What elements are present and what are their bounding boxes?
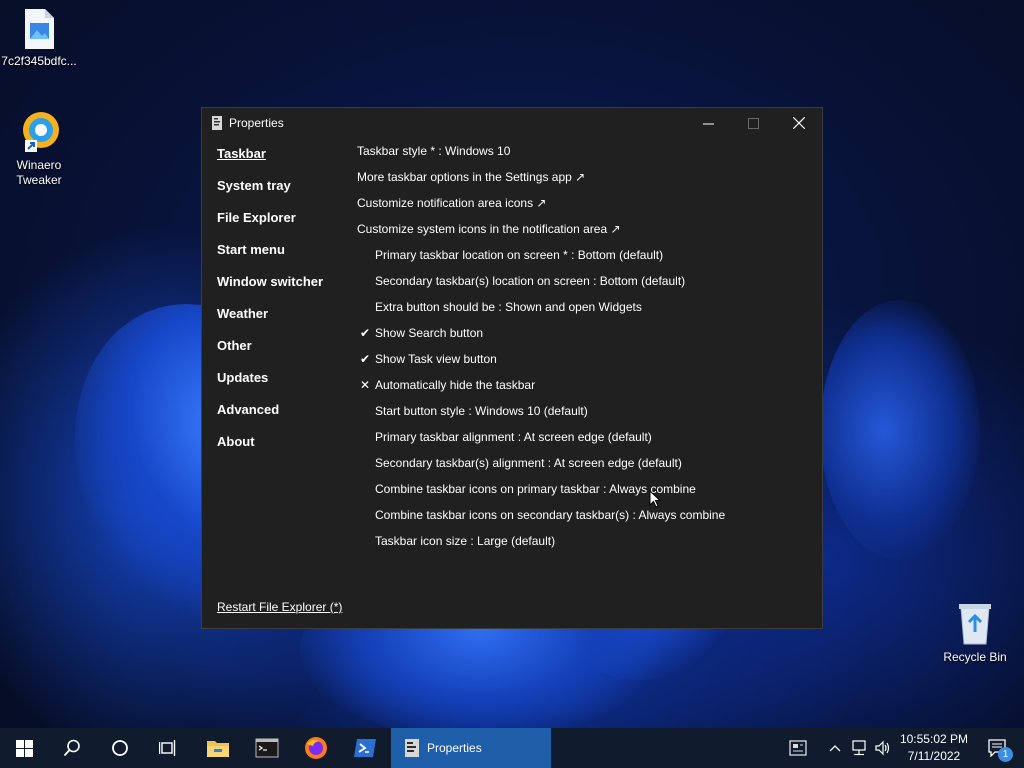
option-primary-alignment[interactable]: Primary taskbar alignment : At screen ed…: [357, 430, 725, 456]
checkmark-icon: ✔: [359, 352, 371, 366]
taskbar-clock[interactable]: 10:55:02 PM 7/11/2022: [900, 731, 968, 765]
window-titlebar[interactable]: Properties: [202, 108, 822, 140]
option-label: Show Task view button: [375, 352, 497, 366]
windows-logo-icon: [15, 739, 33, 757]
network-button[interactable]: [848, 728, 870, 768]
nav-item-advanced[interactable]: Advanced: [217, 402, 323, 434]
tray-widgets-button[interactable]: [784, 728, 812, 768]
notifications-button[interactable]: 1: [978, 728, 1018, 768]
cortana-button[interactable]: [96, 728, 144, 768]
restart-explorer-link[interactable]: Restart File Explorer (*): [217, 600, 342, 614]
properties-app-icon: [405, 739, 419, 757]
option-show-search-button[interactable]: ✔ Show Search button: [357, 326, 725, 352]
option-start-button-style[interactable]: Start button style : Windows 10 (default…: [357, 404, 725, 430]
option-label: Automatically hide the taskbar: [375, 378, 536, 392]
nav-item-file-explorer[interactable]: File Explorer: [217, 210, 323, 242]
folder-icon: [207, 741, 229, 757]
nav-item-updates[interactable]: Updates: [217, 370, 323, 402]
nav-item-about[interactable]: About: [217, 434, 323, 466]
option-extra-button[interactable]: Extra button should be : Shown and open …: [357, 300, 725, 326]
clock-date: 7/11/2022: [907, 749, 961, 763]
desktop-icon-recycle-bin[interactable]: Recycle Bin: [936, 600, 1014, 665]
nav-item-weather[interactable]: Weather: [217, 306, 323, 338]
volume-button[interactable]: [872, 728, 894, 768]
mouse-cursor-icon: [649, 490, 661, 508]
option-taskbar-style[interactable]: Taskbar style * : Windows 10: [357, 144, 725, 170]
desktop-icon-image-file[interactable]: 7c2f345bdfc...: [0, 8, 78, 69]
option-icon-size[interactable]: Taskbar icon size : Large (default): [357, 534, 725, 560]
task-view-button[interactable]: [144, 728, 192, 768]
firefox-icon: [305, 737, 327, 759]
taskbar-app-powershell[interactable]: [341, 728, 389, 768]
image-file-icon: [25, 9, 54, 49]
taskbar-app-firefox[interactable]: [292, 728, 340, 768]
checkmark-icon: ✔: [359, 326, 371, 340]
option-secondary-taskbar-location[interactable]: Secondary taskbar(s) location on screen …: [357, 274, 725, 300]
taskbar-app-properties[interactable]: Properties: [391, 728, 551, 768]
nav-item-window-switcher[interactable]: Window switcher: [217, 274, 323, 306]
link-settings-app[interactable]: More taskbar options in the Settings app…: [357, 170, 725, 196]
powershell-icon: [354, 739, 376, 757]
clock-time: 10:55:02 PM: [899, 732, 968, 746]
news-widget-icon: [789, 740, 807, 756]
taskbar-app-terminal[interactable]: [243, 728, 291, 768]
search-button[interactable]: [48, 728, 96, 768]
minimize-button[interactable]: [685, 108, 731, 138]
search-icon: [63, 739, 80, 757]
link-notification-area-icons[interactable]: Customize notification area icons ↗: [357, 196, 725, 222]
wallpaper-petal: [820, 300, 980, 560]
nav-item-start-menu[interactable]: Start menu: [217, 242, 323, 274]
active-app-label: Properties: [427, 741, 482, 755]
volume-icon: [875, 740, 890, 756]
nav-item-taskbar[interactable]: Taskbar: [217, 146, 323, 178]
app-icon: [212, 116, 222, 130]
start-button[interactable]: [0, 728, 48, 768]
desktop-icon-label: 7c2f345bdfc...: [1, 54, 77, 68]
winaero-tweaker-icon: [23, 112, 59, 152]
recycle-bin-icon: [959, 604, 991, 645]
close-button[interactable]: [776, 108, 822, 138]
option-primary-taskbar-location[interactable]: Primary taskbar location on screen * : B…: [357, 248, 725, 274]
cross-icon: ✕: [359, 378, 371, 392]
option-combine-primary[interactable]: Combine taskbar icons on primary taskbar…: [357, 482, 725, 508]
chevron-up-icon: [829, 745, 841, 752]
close-icon: [793, 117, 805, 129]
option-label: Show Search button: [375, 326, 484, 340]
option-show-task-view-button[interactable]: ✔ Show Task view button: [357, 352, 725, 378]
nav-item-system-tray[interactable]: System tray: [217, 178, 323, 210]
option-combine-secondary[interactable]: Combine taskbar icons on secondary taskb…: [357, 508, 725, 534]
desktop-icon-label: Winaero Tweaker: [16, 158, 62, 187]
window-title: Properties: [229, 116, 284, 130]
properties-window: Properties Taskbar System tray File Expl…: [201, 107, 823, 629]
nav-item-other[interactable]: Other: [217, 338, 323, 370]
desktop-icon-winaero-tweaker[interactable]: Winaero Tweaker: [0, 110, 78, 188]
task-view-icon: [159, 740, 176, 756]
taskbar-options-list: Taskbar style * : Windows 10 More taskba…: [357, 144, 725, 560]
notification-count-badge: 1: [998, 747, 1013, 762]
desktop-icon-label: Recycle Bin: [943, 650, 1007, 664]
maximize-button[interactable]: [730, 108, 776, 138]
settings-nav: Taskbar System tray File Explorer Start …: [217, 146, 323, 466]
maximize-icon: [747, 117, 759, 129]
network-icon: [852, 740, 866, 756]
minimize-icon: [702, 123, 714, 124]
terminal-icon: [255, 738, 279, 758]
link-system-icons[interactable]: Customize system icons in the notificati…: [357, 222, 725, 248]
taskbar-app-file-explorer[interactable]: [194, 728, 242, 768]
cortana-circle-icon: [112, 740, 128, 756]
option-auto-hide-taskbar[interactable]: ✕ Automatically hide the taskbar: [357, 378, 725, 404]
option-secondary-alignment[interactable]: Secondary taskbar(s) alignment : At scre…: [357, 456, 725, 482]
show-hidden-icons-button[interactable]: [824, 728, 846, 768]
taskbar: Properties 10:55:02 PM 7/11/2022 1: [0, 728, 1024, 768]
